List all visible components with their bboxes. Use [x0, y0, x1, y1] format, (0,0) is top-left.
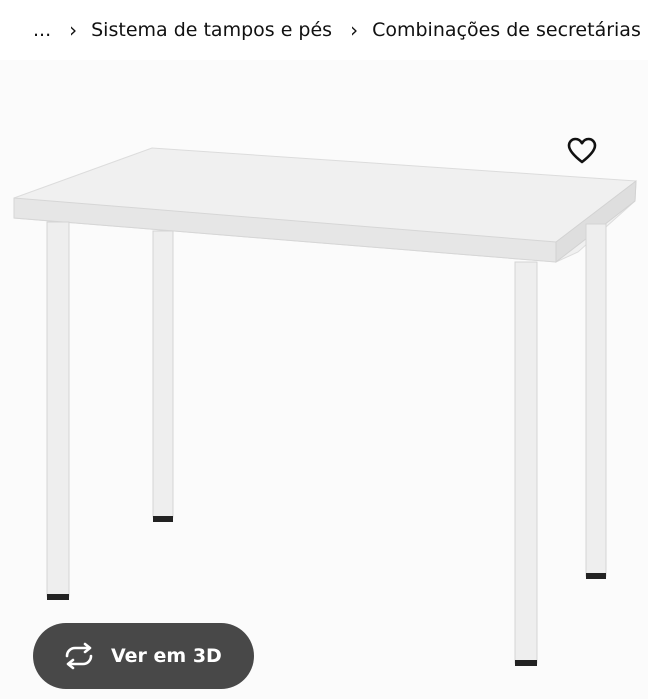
breadcrumb-separator: › — [69, 18, 78, 42]
breadcrumb-separator: › — [350, 18, 359, 42]
heart-outline-icon — [567, 137, 597, 164]
favorite-button[interactable] — [561, 130, 603, 172]
product-image-area[interactable] — [0, 60, 648, 699]
breadcrumb-item-table-system[interactable]: Sistema de tampos e pés — [91, 19, 332, 41]
rotate-arrows-icon — [61, 642, 97, 670]
product-image-desk — [13, 147, 637, 666]
breadcrumb: ... › Sistema de tampos e pés › Combinaç… — [0, 0, 648, 60]
breadcrumb-ellipsis[interactable]: ... — [33, 19, 51, 41]
view-in-3d-label: Ver em 3D — [111, 645, 222, 667]
breadcrumb-item-desk-combinations[interactable]: Combinações de secretárias — [372, 19, 641, 41]
view-in-3d-button[interactable]: Ver em 3D — [33, 623, 254, 689]
